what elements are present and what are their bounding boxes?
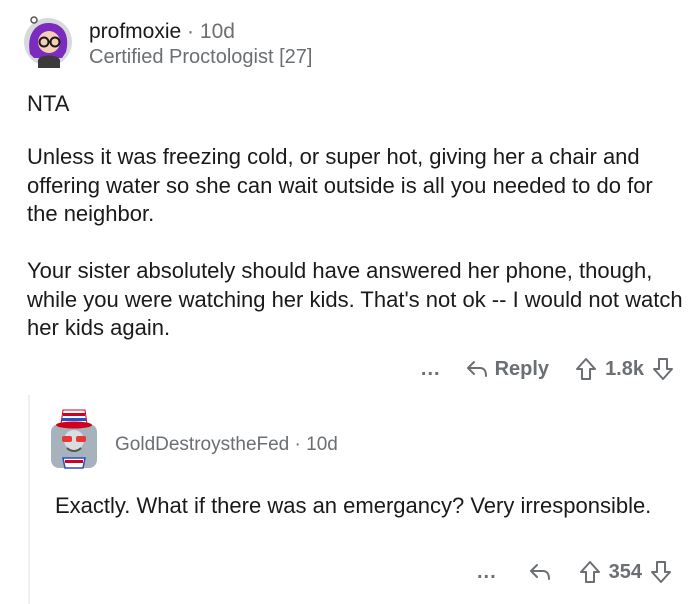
more-options-button[interactable]: ... xyxy=(477,561,497,584)
reply-arrow-icon xyxy=(466,361,487,377)
comment-age: 10d xyxy=(306,434,338,455)
comment-paragraph: Unless it was freezing cold, or super ho… xyxy=(27,144,653,226)
more-options-button[interactable]: ... xyxy=(421,358,441,381)
username[interactable]: profmoxie xyxy=(89,20,181,43)
meta-separator: · xyxy=(187,20,195,43)
vote-controls: 1.8k xyxy=(575,357,674,381)
vote-count: 354 xyxy=(608,560,642,583)
thread-line[interactable] xyxy=(28,395,30,604)
downvote-arrow-icon[interactable] xyxy=(650,560,672,584)
uncle-sam-avatar-icon xyxy=(51,409,97,469)
vote-count: 1.8k xyxy=(605,357,644,380)
vote-controls: 354 xyxy=(579,560,672,584)
reply-arrow-icon xyxy=(529,564,550,580)
comment-age: 10d xyxy=(199,20,235,43)
meta-separator: · xyxy=(294,434,301,455)
reply-label: Reply xyxy=(494,357,550,380)
upvote-arrow-icon[interactable] xyxy=(579,560,601,584)
avatar[interactable] xyxy=(47,408,101,470)
user-flair: Certified Proctologist [27] xyxy=(89,46,313,68)
comment-paragraph: Exactly. What if there was an emergancy?… xyxy=(55,493,652,518)
comment-paragraph: NTA xyxy=(27,91,70,116)
comment-author-line: profmoxie · 10d xyxy=(89,20,235,44)
reply-button[interactable] xyxy=(527,561,553,583)
purple-hair-avatar-icon xyxy=(24,16,72,68)
comment-author-line: GoldDestroystheFed · 10d xyxy=(115,434,338,456)
comment-paragraph: Your sister absolutely should have answe… xyxy=(27,258,683,340)
upvote-arrow-icon[interactable] xyxy=(575,357,597,381)
comment-actions: ... 354 xyxy=(477,555,672,589)
downvote-arrow-icon[interactable] xyxy=(652,357,674,381)
username[interactable]: GoldDestroystheFed xyxy=(115,434,289,455)
comment-actions: ... Reply 1.8k xyxy=(421,352,674,386)
reply-button[interactable]: Reply xyxy=(465,358,549,381)
avatar[interactable] xyxy=(20,12,76,68)
